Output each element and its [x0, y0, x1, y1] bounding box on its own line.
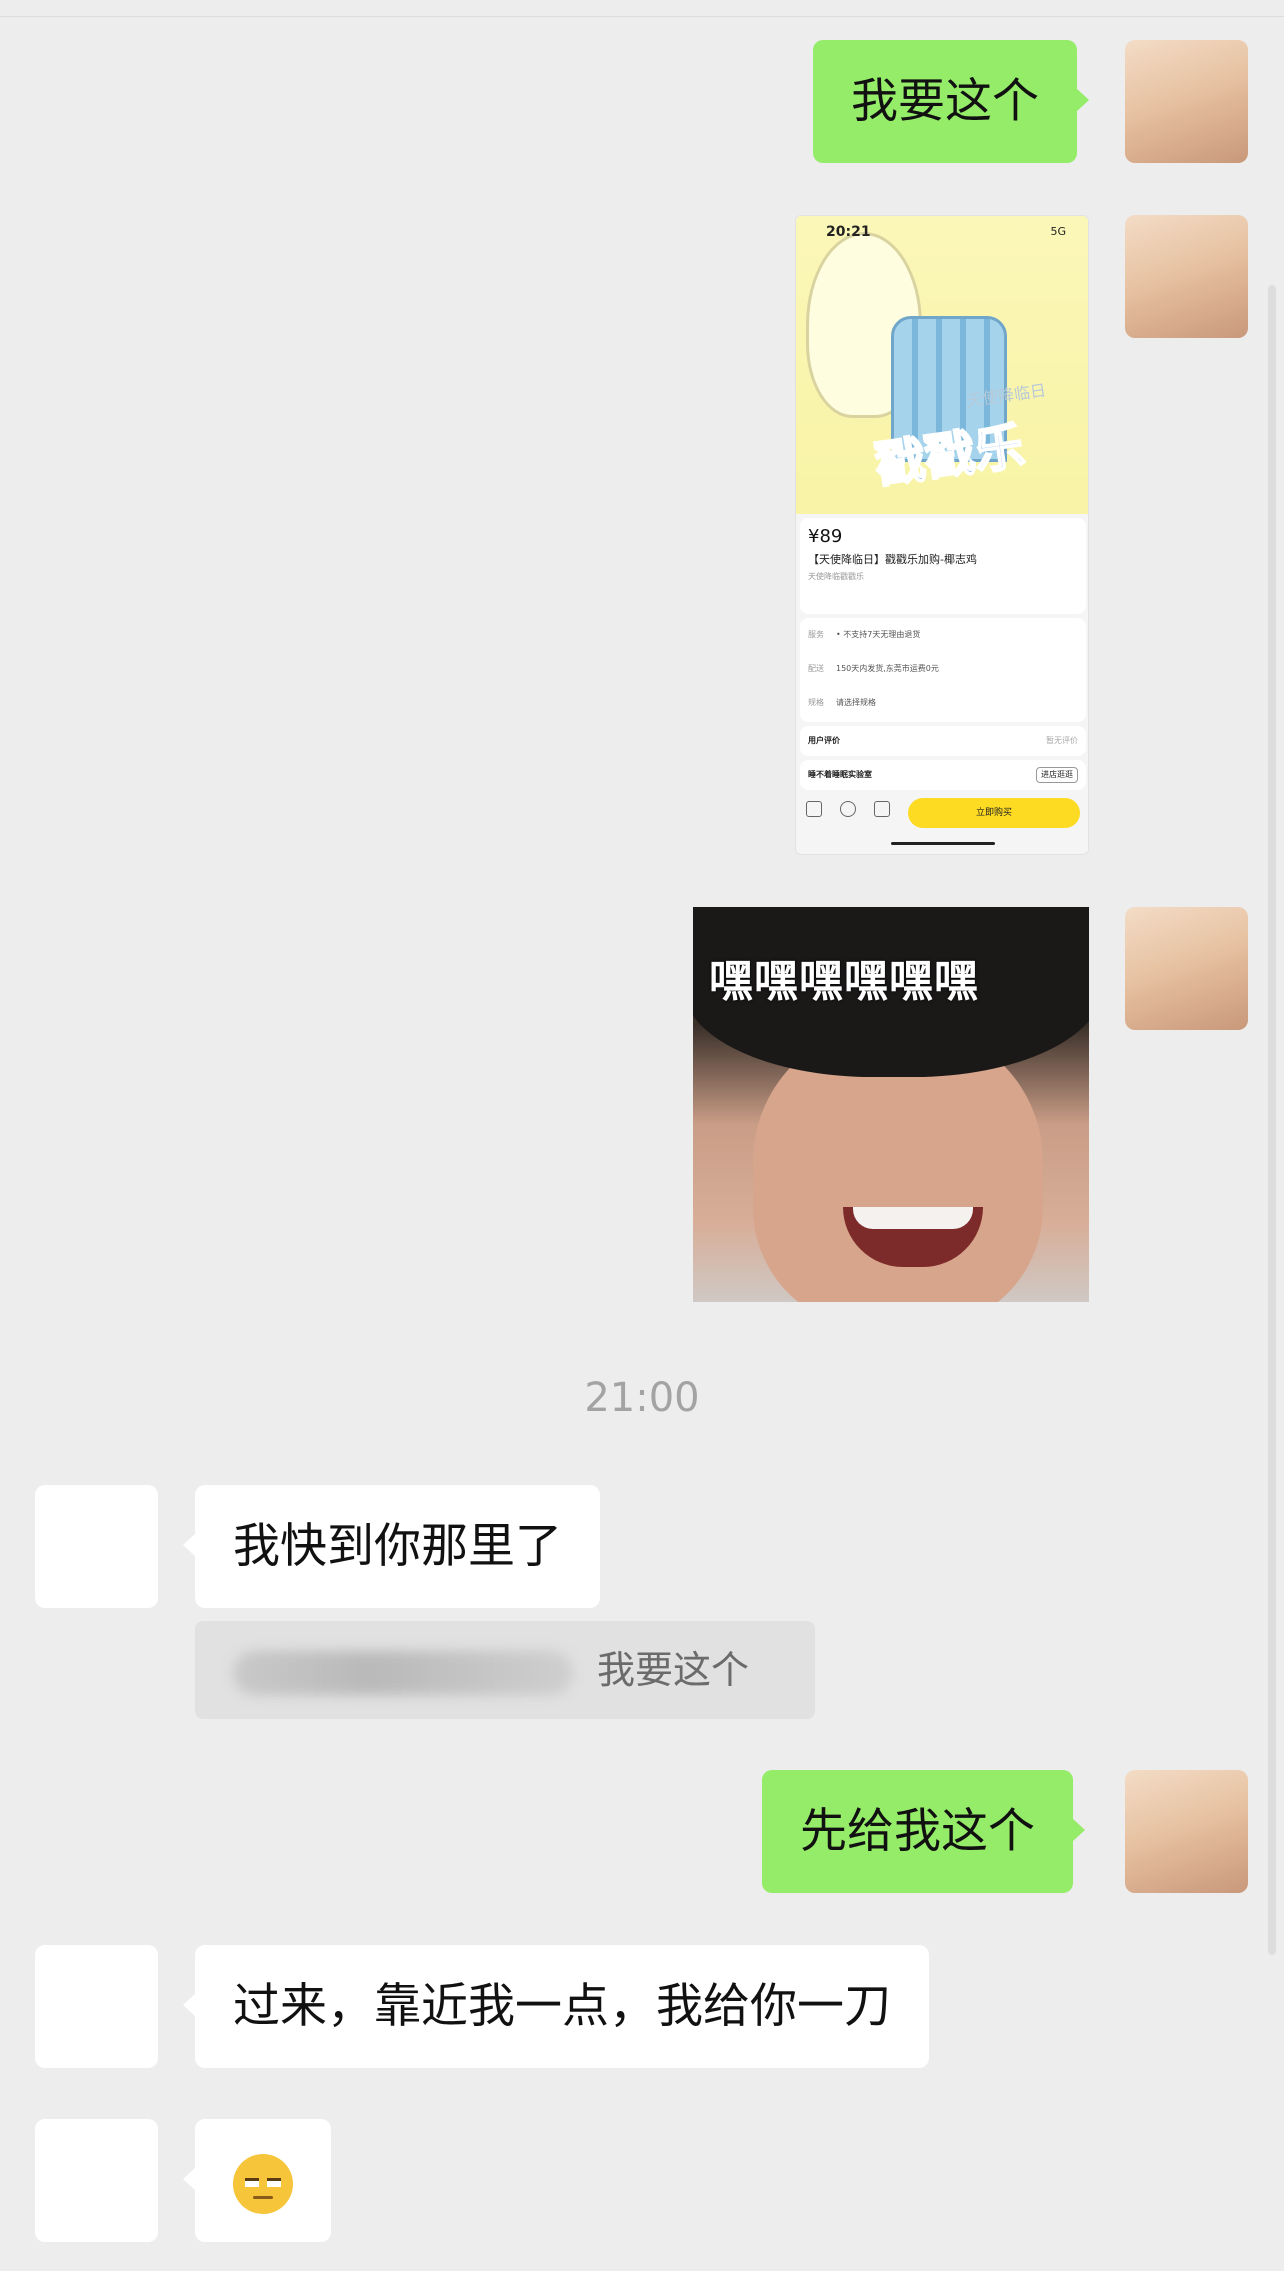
price: ¥89: [808, 526, 843, 547]
status-time: 20:21: [826, 224, 871, 240]
details-card: 服务 • 不支持7天无理由退货 配送 150天内发货,东莞市运费0元 规格 请选择规格: [800, 618, 1086, 722]
spec-row: 规格 请选择规格: [800, 686, 1086, 720]
message-text: 先给我这个: [800, 1804, 1035, 1859]
my-avatar[interactable]: [1125, 215, 1248, 338]
timestamp: 21:00: [584, 1375, 700, 1421]
home-indicator: [891, 842, 995, 845]
shared-screenshot-image[interactable]: 天使降临日 戳戳乐 20:21 5G ¥89 【天使降临日】戳戳乐加购-椰志鸡 …: [795, 215, 1089, 855]
star-icon: [874, 801, 890, 817]
product-title: 【天使降临日】戳戳乐加购-椰志鸡: [808, 553, 977, 566]
contact-avatar[interactable]: [35, 1485, 158, 1608]
delivery-value: 150天内发货,东莞市运费0元: [836, 664, 939, 673]
my-avatar[interactable]: [1125, 907, 1248, 1030]
received-message-bubble[interactable]: 我快到你那里了: [183, 1485, 600, 1608]
my-avatar[interactable]: [1125, 1770, 1248, 1893]
message-text: 我要这个: [851, 74, 1039, 129]
buy-now-button: 立即购买: [908, 798, 1080, 828]
sent-message-bubble[interactable]: 先给我这个: [762, 1770, 1085, 1893]
shop-row: 睡不着睡眠实验室 进店逛逛: [800, 760, 1086, 790]
price-card: ¥89 【天使降临日】戳戳乐加购-椰志鸡 天使降临戳戳乐: [800, 518, 1086, 614]
meme-image[interactable]: 嘿嘿嘿嘿嘿嘿: [693, 907, 1089, 1302]
shop-icon: [806, 801, 822, 817]
signal-indicator: 5G: [1050, 225, 1066, 238]
shop-name: 睡不着睡眠实验室: [808, 770, 872, 779]
quoted-message[interactable]: 我要这个: [195, 1621, 815, 1719]
product-subtitle: 天使降临戳戳乐: [808, 572, 864, 581]
received-message-bubble[interactable]: [183, 2119, 331, 2242]
product-banner: 天使降临日 戳戳乐: [796, 216, 1088, 514]
reviews-empty: 暂无评价: [1046, 736, 1078, 745]
meme-teeth: [853, 1207, 973, 1229]
quoted-text: 我要这个: [597, 1648, 750, 1692]
scrollbar[interactable]: [1268, 285, 1276, 1955]
spec-value: 请选择规格: [836, 698, 876, 707]
my-avatar[interactable]: [1125, 40, 1248, 163]
service-icon: [840, 801, 856, 817]
message-text: 我快到你那里了: [233, 1519, 562, 1574]
delivery-label: 配送: [808, 664, 824, 673]
visit-shop-button: 进店逛逛: [1036, 767, 1078, 783]
meme-caption: 嘿嘿嘿嘿嘿嘿: [709, 956, 979, 1007]
sent-message-bubble[interactable]: 我要这个: [813, 40, 1089, 163]
unamused-face-icon: [233, 2153, 293, 2214]
received-message-bubble[interactable]: 过来，靠近我一点，我给你一刀: [183, 1945, 929, 2068]
message-text: 过来，靠近我一点，我给你一刀: [233, 1979, 891, 2034]
delivery-row: 配送 150天内发货,东莞市运费0元: [800, 652, 1086, 686]
service-value: • 不支持7天无理由退货: [836, 630, 921, 639]
contact-avatar[interactable]: [35, 1945, 158, 2068]
shop-card: 睡不着睡眠实验室 进店逛逛: [800, 760, 1086, 790]
service-label: 服务: [808, 630, 824, 639]
top-divider: [0, 0, 1284, 17]
reviews-label: 用户评价: [808, 736, 840, 745]
spec-label: 规格: [808, 698, 824, 707]
reviews-card: 用户评价 暂无评价: [800, 726, 1086, 756]
service-row: 服务 • 不支持7天无理由退货: [800, 618, 1086, 652]
reviews-row: 用户评价 暂无评价: [800, 726, 1086, 756]
blurred-name: [233, 1650, 573, 1695]
contact-avatar[interactable]: [35, 2119, 158, 2242]
